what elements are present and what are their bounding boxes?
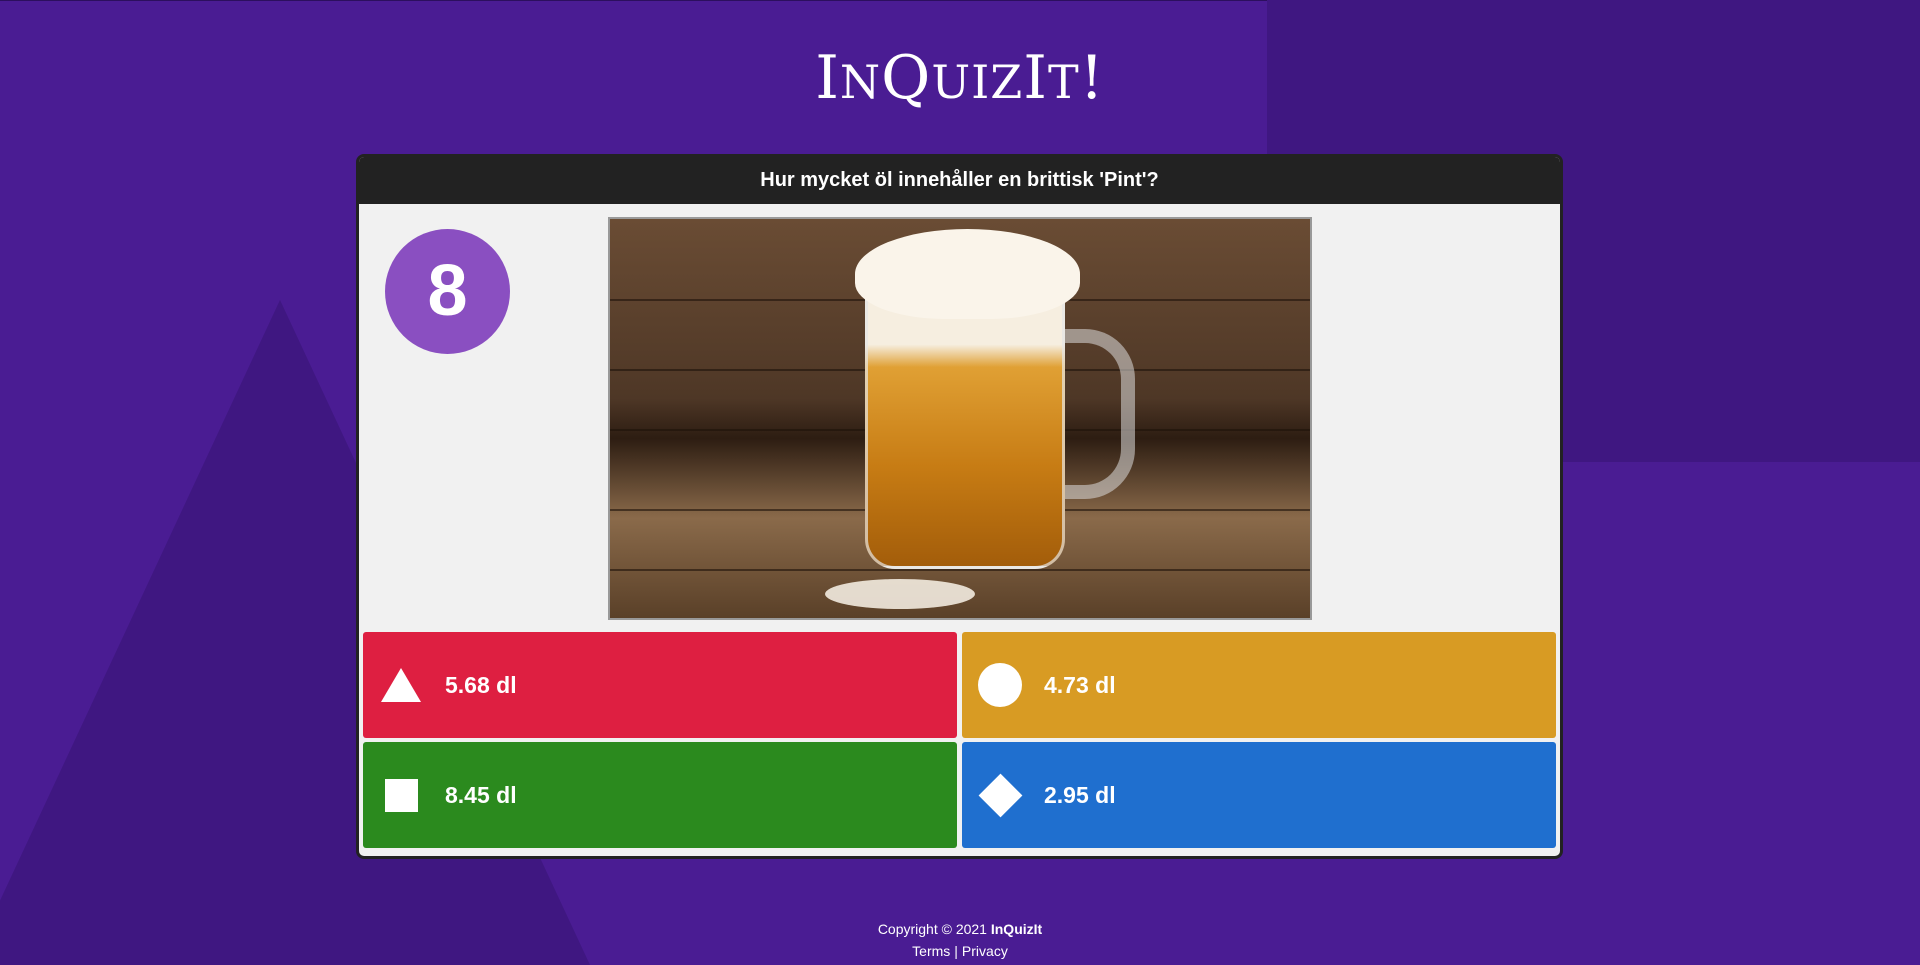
answer-button-diamond[interactable]: 2.95 dl — [962, 742, 1556, 848]
answer-label: 8.45 dl — [445, 781, 517, 808]
circle-icon — [978, 663, 1022, 707]
mug-handle — [1055, 329, 1135, 499]
app-logo: INQUIZIT! — [815, 43, 1105, 113]
question-image — [608, 217, 1312, 620]
terms-link[interactable]: Terms — [912, 943, 950, 959]
answer-label: 4.73 dl — [1044, 671, 1116, 698]
triangle-icon — [379, 663, 423, 707]
answer-label: 2.95 dl — [1044, 781, 1116, 808]
question-text: Hur mycket öl innehåller en brittisk 'Pi… — [359, 157, 1560, 204]
square-icon — [379, 773, 423, 817]
copyright: Copyright © 2021 InQuizIt — [877, 921, 1043, 937]
countdown-timer: 8 — [385, 229, 510, 354]
answer-button-circle[interactable]: 4.73 dl — [962, 632, 1556, 738]
answer-label: 5.68 dl — [445, 671, 517, 698]
footer-separator: | — [954, 943, 958, 959]
answer-button-triangle[interactable]: 5.68 dl — [363, 632, 957, 738]
copyright-brand: InQuizIt — [990, 921, 1043, 937]
footer: Copyright © 2021 InQuizIt Terms | Privacy — [0, 918, 1920, 962]
answer-button-square[interactable]: 8.45 dl — [363, 742, 957, 848]
footer-links: Terms | Privacy — [0, 940, 1920, 962]
beer-mug — [865, 279, 1065, 569]
answer-grid: 5.68 dl 4.73 dl 8.45 dl 2.95 dl — [363, 632, 1556, 848]
beer-foam — [855, 229, 1080, 319]
diamond-icon — [978, 773, 1022, 817]
question-card: Hur mycket öl innehåller en brittisk 'Pi… — [356, 154, 1563, 859]
foam-spill — [825, 579, 975, 609]
privacy-link[interactable]: Privacy — [962, 943, 1008, 959]
